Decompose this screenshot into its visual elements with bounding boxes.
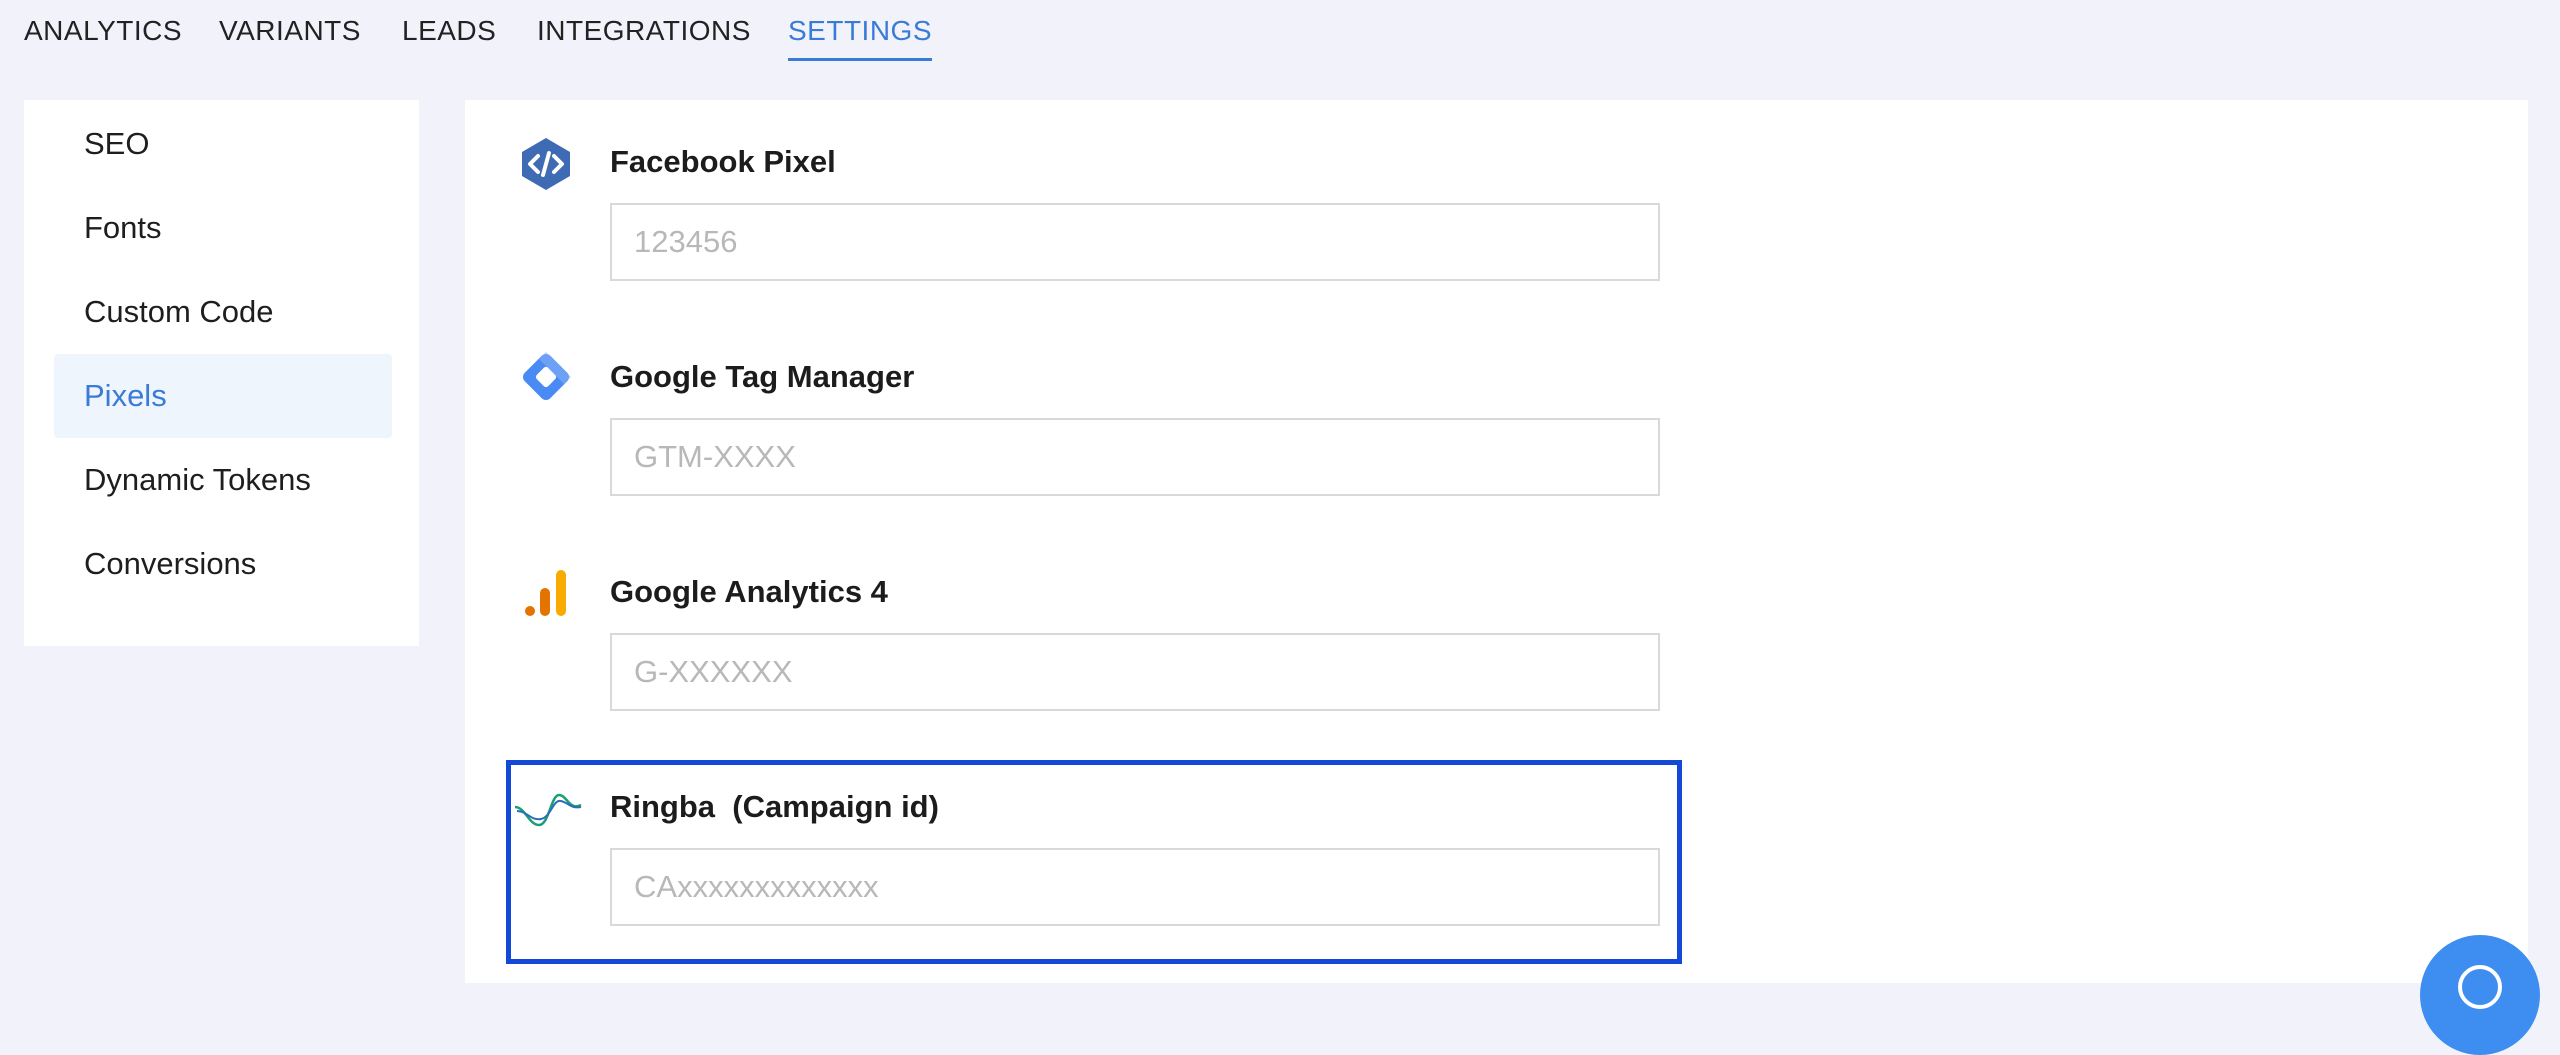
- tab-analytics[interactable]: ANALYTICS: [24, 14, 182, 48]
- facebook-pixel-label: Facebook Pixel: [610, 144, 836, 179]
- sidebar-item-dynamic-tokens[interactable]: Dynamic Tokens: [54, 438, 392, 522]
- sidebar-item-seo[interactable]: SEO: [54, 102, 392, 186]
- google-tag-manager-icon: [518, 349, 574, 405]
- sidebar-item-fonts[interactable]: Fonts: [54, 186, 392, 270]
- facebook-pixel-section: Facebook Pixel: [465, 130, 1765, 330]
- ringba-section: Ringba (Campaign id): [465, 775, 1765, 975]
- top-nav: ANALYTICS VARIANTS LEADS INTEGRATIONS SE…: [0, 0, 2560, 62]
- tab-settings[interactable]: SETTINGS: [788, 14, 933, 61]
- ringba-wave-icon: [513, 781, 583, 837]
- google-tag-manager-label: Google Tag Manager: [610, 359, 915, 394]
- settings-sidebar: SEO Fonts Custom Code Pixels Dynamic Tok…: [24, 100, 419, 646]
- facebook-pixel-input[interactable]: [610, 203, 1660, 281]
- sidebar-item-conversions[interactable]: Conversions: [54, 522, 392, 606]
- ringba-label: Ringba (Campaign id): [610, 789, 939, 824]
- sidebar-item-custom-code[interactable]: Custom Code: [54, 270, 392, 354]
- tab-leads[interactable]: LEADS: [402, 14, 496, 48]
- tab-variants[interactable]: VARIANTS: [219, 14, 361, 48]
- code-icon: [518, 136, 574, 192]
- sidebar-item-pixels[interactable]: Pixels: [54, 354, 392, 438]
- google-analytics-icon: [518, 564, 574, 620]
- google-tag-manager-input[interactable]: [610, 418, 1660, 496]
- help-chat-button[interactable]: [2420, 935, 2540, 1055]
- google-analytics-section: Google Analytics 4: [465, 560, 1765, 760]
- chat-icon: [2458, 965, 2502, 1009]
- google-analytics-input[interactable]: [610, 633, 1660, 711]
- pixels-panel: Facebook Pixel Google Tag Manager Google…: [465, 100, 2528, 983]
- google-tag-manager-section: Google Tag Manager: [465, 345, 1765, 545]
- ringba-campaign-id-input[interactable]: [610, 848, 1660, 926]
- google-analytics-label: Google Analytics 4: [610, 574, 888, 609]
- tab-integrations[interactable]: INTEGRATIONS: [537, 14, 751, 48]
